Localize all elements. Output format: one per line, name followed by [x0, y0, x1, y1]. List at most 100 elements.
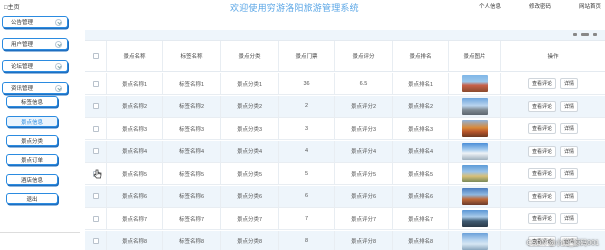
cell-rank: 景点排名2: [393, 95, 449, 117]
view-reviews-button[interactable]: 查看评论: [527, 78, 556, 89]
column-header[interactable]: 景点评分: [335, 41, 393, 71]
attraction-thumbnail[interactable]: [461, 120, 488, 137]
view-reviews-button[interactable]: 查看评论: [527, 213, 556, 224]
select-all-cell: [85, 41, 107, 71]
view-reviews-button[interactable]: 查看评论: [527, 100, 556, 112]
minus-icon[interactable]: [573, 33, 577, 36]
sidebar-item-tags[interactable]: 标签信息: [6, 96, 58, 107]
sidebar-group-users[interactable]: 用户管理: [2, 38, 68, 50]
cell-tag: 标签名称3: [163, 118, 221, 139]
site-title: 欢迎使用穷游洛阳旅游管理系统: [230, 3, 359, 13]
chevron-down-icon: [55, 85, 62, 92]
cell-name: 景点名称3: [107, 118, 163, 139]
detail-button[interactable]: 详情: [560, 168, 579, 179]
cell-ticket: 3: [279, 118, 335, 139]
row-select-cell: [85, 118, 107, 139]
profile-link[interactable]: 个人信息: [479, 2, 501, 10]
detail-button[interactable]: 详情: [560, 190, 579, 202]
cell-actions: 查看评论 详情: [501, 96, 605, 117]
column-header[interactable]: 景点名称: [107, 41, 163, 71]
cell-tag: 标签名称7: [163, 208, 221, 229]
cell-rank: 景点排名7: [393, 208, 449, 229]
sidebar-item-attractions[interactable]: 景点信息: [6, 116, 58, 127]
home-label: □主页: [4, 5, 20, 11]
cell-name: 景点名称5: [107, 163, 163, 184]
column-header[interactable]: 景点图片: [449, 41, 501, 71]
cell-image: [449, 163, 501, 184]
table-row: 景点名称5 标签名称5 景点分类5 5 景点评分5 景点排名5 查看评论 详情: [85, 163, 605, 185]
row-checkbox[interactable]: [92, 193, 99, 199]
column-header[interactable]: 景点排名: [393, 41, 449, 71]
table-row: 景点名称7 标签名称7 景点分类7 7 景点评分7 景点排名7 查看评论 详情: [85, 208, 605, 230]
cell-score: 景点评分6: [335, 185, 393, 207]
row-checkbox[interactable]: [92, 103, 99, 109]
detail-button[interactable]: 详情: [560, 100, 579, 112]
row-checkbox[interactable]: [92, 238, 99, 244]
cell-rank: 景点排名6: [393, 185, 449, 207]
cell-category: 景点分类5: [221, 163, 279, 184]
cell-tag: 标签名称8: [163, 230, 221, 250]
row-checkbox[interactable]: [92, 125, 99, 132]
attraction-thumbnail[interactable]: [461, 97, 488, 115]
sidebar-item-logout[interactable]: 退出: [6, 193, 58, 204]
top-header: □主页 欢迎使用穷游洛阳旅游管理系统 个人信息 修改密码 网站首页: [0, 0, 605, 14]
change-password-link[interactable]: 修改密码: [529, 2, 551, 10]
cell-tag: 标签名称6: [163, 185, 221, 207]
detail-button[interactable]: 详情: [560, 78, 579, 89]
cell-actions: 查看评论 详情: [501, 163, 605, 184]
cell-score: 景点评分2: [335, 95, 393, 117]
cell-rank: 景点排名8: [393, 230, 449, 250]
sidebar-item-hotels[interactable]: 酒店信息: [6, 174, 58, 185]
row-select-cell: [85, 95, 107, 117]
chevron-down-icon: [55, 19, 62, 26]
column-header: 操作: [547, 54, 559, 60]
cell-tag: 标签名称1: [163, 73, 221, 94]
settings-icon[interactable]: [593, 33, 597, 36]
sidebar-group-label: 用户管理: [11, 42, 34, 48]
attraction-thumbnail[interactable]: [461, 232, 488, 250]
view-reviews-button[interactable]: 查看评论: [527, 168, 556, 179]
select-all-checkbox[interactable]: [92, 53, 99, 59]
cell-score: 6.5: [335, 73, 393, 94]
sidebar: 公告管理 用户管理 论坛管理 资讯管理 标签信息 景点信息 景点分类 景点订单 …: [0, 14, 72, 250]
cell-rank: 景点排名3: [393, 118, 449, 139]
view-reviews-button[interactable]: 查看评论: [527, 123, 556, 134]
sidebar-item-orders[interactable]: 景点订单: [6, 154, 58, 165]
home-link[interactable]: □主页: [4, 2, 20, 11]
detail-button[interactable]: 详情: [560, 213, 579, 224]
row-checkbox[interactable]: [92, 215, 99, 222]
sidebar-group-news[interactable]: 资讯管理: [2, 82, 68, 94]
hand-cursor-icon: [93, 169, 102, 179]
cell-name: 景点名称2: [107, 95, 163, 117]
attraction-thumbnail[interactable]: [461, 142, 488, 160]
sidebar-group-notices[interactable]: 公告管理: [2, 16, 68, 28]
cell-category: 景点分类3: [221, 118, 279, 139]
app-root: { "header": { "home": "□主页", "title": "欢…: [0, 0, 605, 250]
attraction-thumbnail[interactable]: [461, 187, 488, 205]
column-header[interactable]: 景点门票: [279, 41, 335, 71]
column-header[interactable]: 景点分类: [221, 41, 279, 71]
cell-score: 景点评分5: [335, 163, 393, 184]
cell-score: 景点评分7: [335, 208, 393, 229]
table-row: 景点名称4 标签名称4 景点分类4 4 景点评分4 景点排名4 查看评论 详情: [85, 140, 605, 163]
header-links: 个人信息 修改密码 网站首页: [479, 2, 601, 10]
attraction-thumbnail[interactable]: [461, 165, 488, 182]
attraction-thumbnail[interactable]: [461, 210, 488, 227]
view-reviews-button[interactable]: 查看评论: [527, 190, 556, 202]
attraction-thumbnail[interactable]: [461, 75, 488, 92]
column-header[interactable]: 标签名称: [163, 41, 221, 71]
detail-button[interactable]: 详情: [560, 123, 579, 134]
cell-category: 景点分类1: [221, 73, 279, 94]
cell-category: 景点分类4: [221, 140, 279, 162]
refresh-icon[interactable]: [581, 33, 589, 36]
detail-button[interactable]: 详情: [560, 145, 579, 157]
row-checkbox[interactable]: [92, 148, 99, 154]
sidebar-item-categories[interactable]: 景点分类: [6, 135, 58, 146]
cell-name: 景点名称6: [107, 185, 163, 207]
website-home-link[interactable]: 网站首页: [579, 2, 601, 10]
cell-tag: 标签名称2: [163, 95, 221, 117]
view-reviews-button[interactable]: 查看评论: [527, 145, 556, 157]
cell-image: [449, 73, 501, 94]
row-checkbox[interactable]: [92, 80, 99, 87]
sidebar-group-forum[interactable]: 论坛管理: [2, 60, 68, 72]
